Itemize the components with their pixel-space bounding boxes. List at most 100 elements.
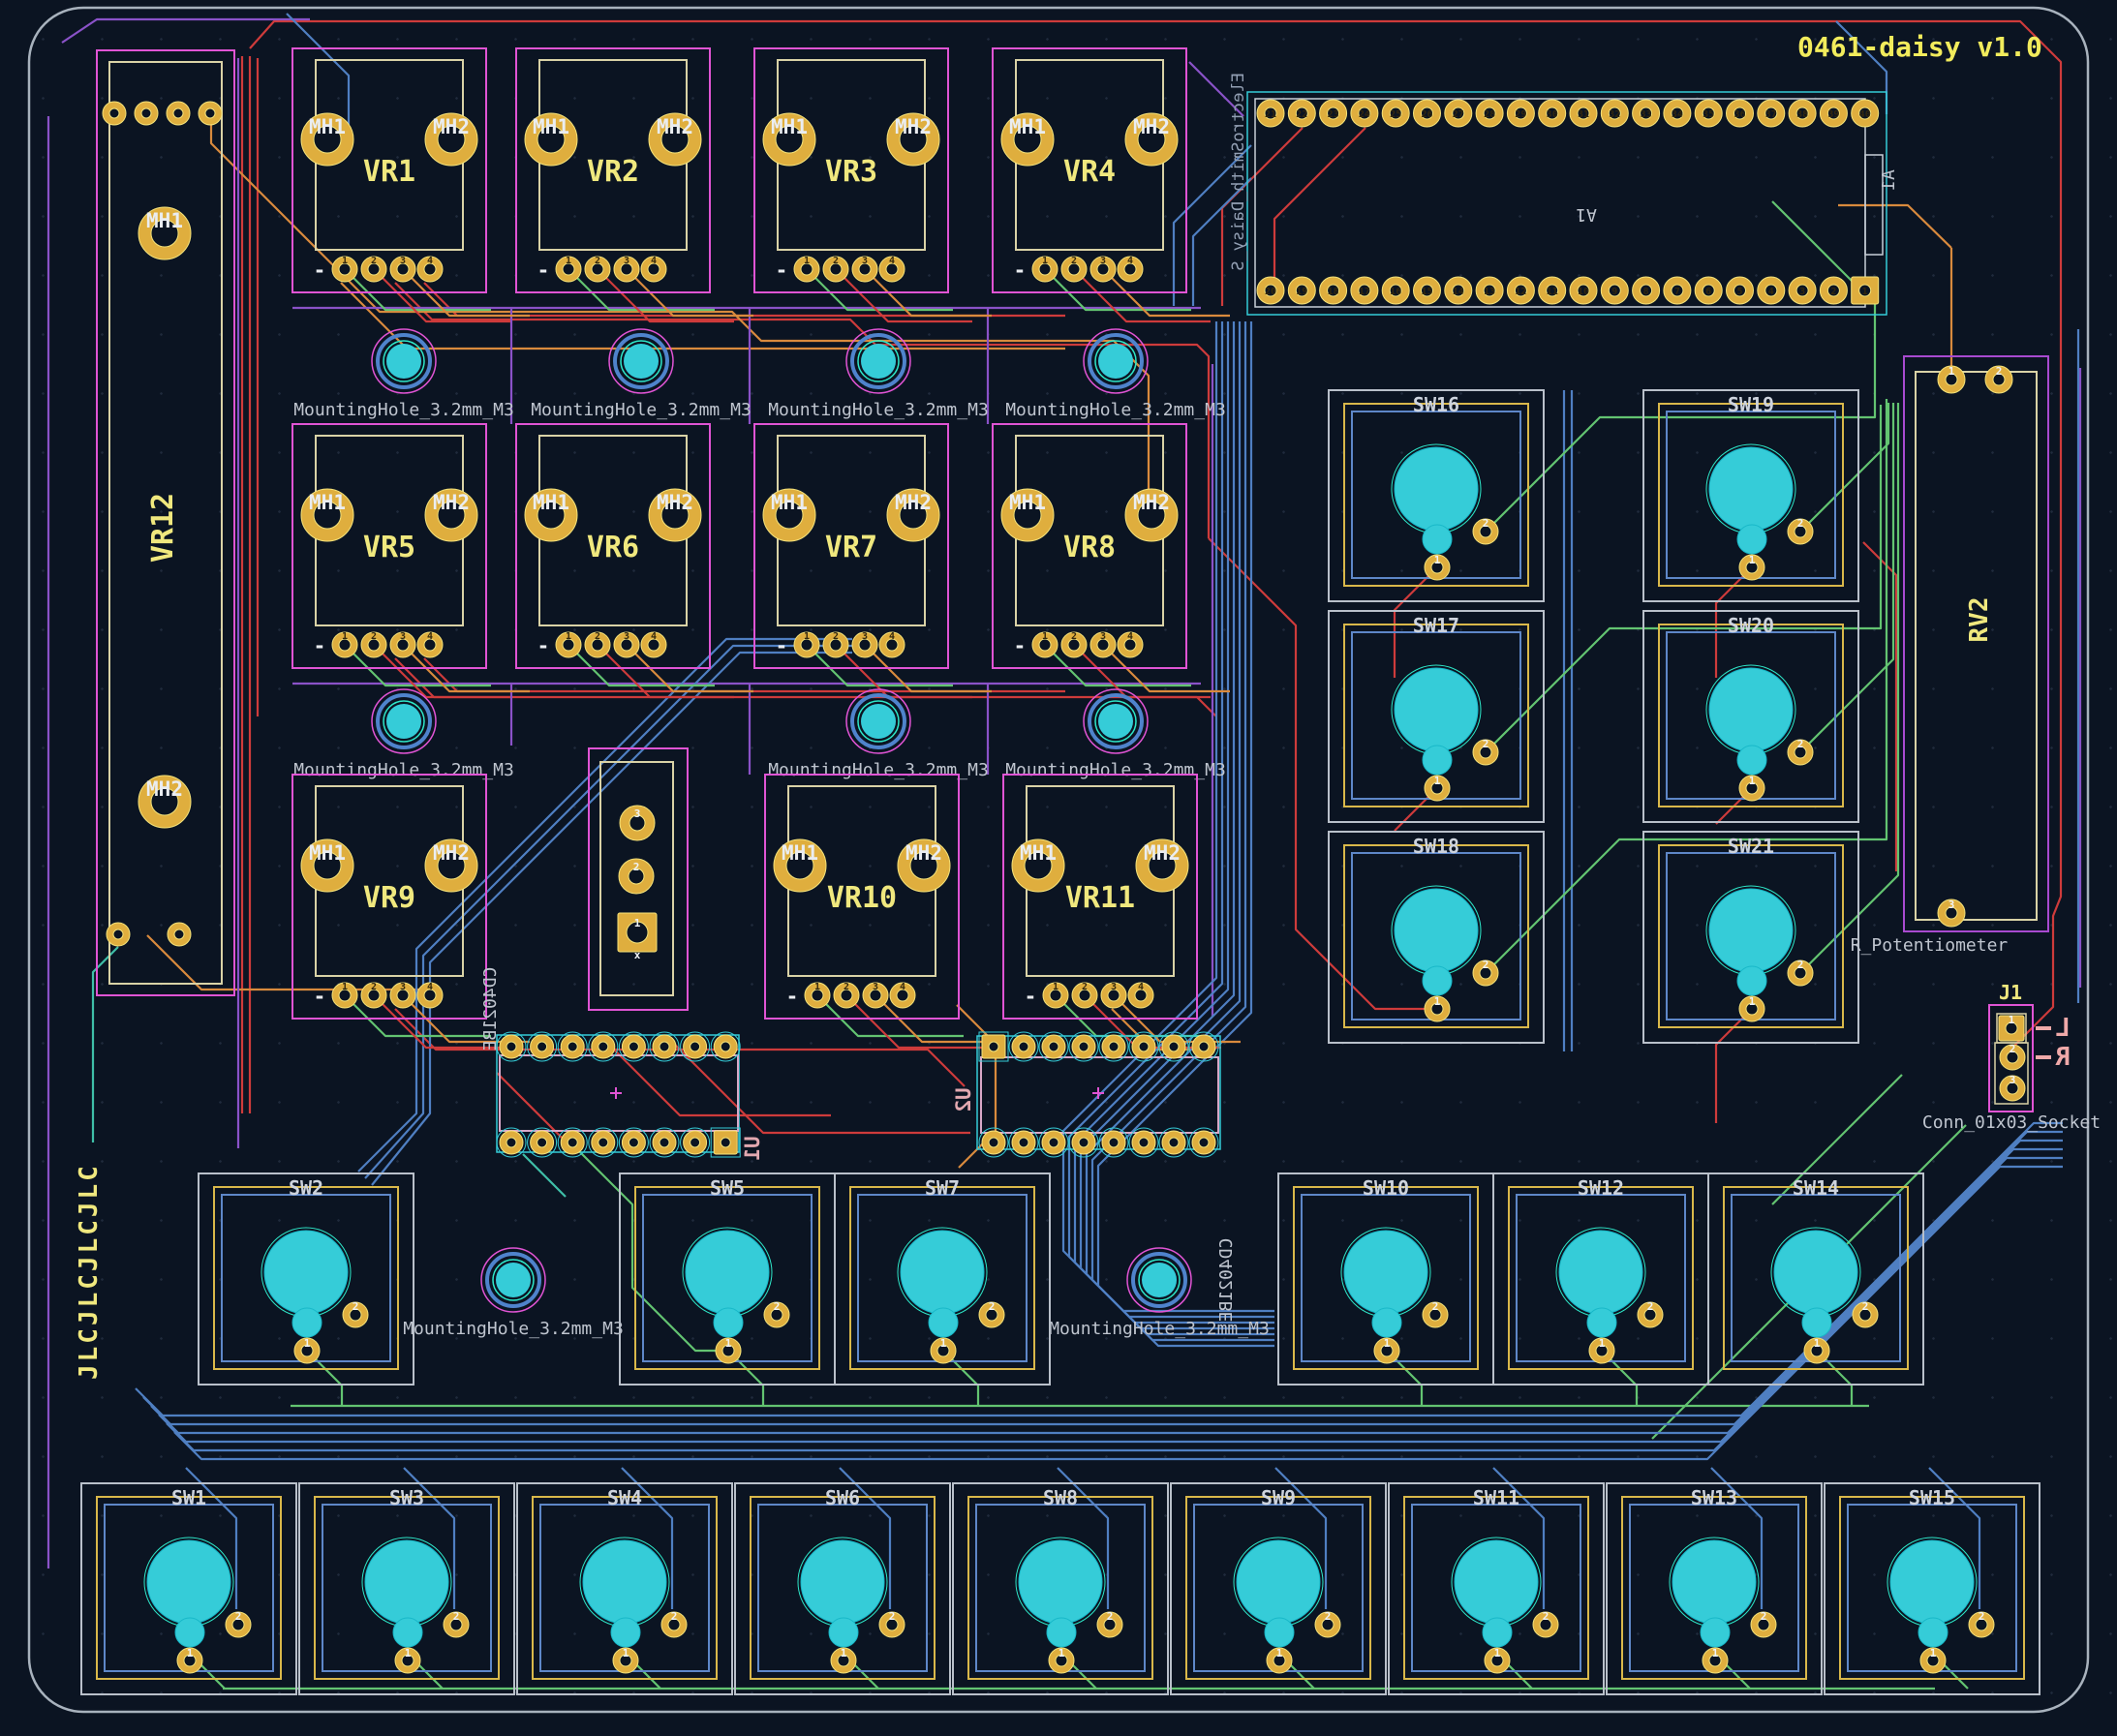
pad-number: 4	[889, 256, 895, 266]
mounting-hole-7[interactable]: MountingHole_3.2mm_M3	[1005, 689, 1226, 780]
copper-trace[interactable]	[1063, 321, 1274, 1311]
mounting-hole-1[interactable]: MountingHole_3.2mm_M3	[293, 329, 514, 420]
switch-sw13[interactable]: 12SW13	[1607, 1483, 1822, 1694]
switch-sw17[interactable]: 12SW17	[1329, 611, 1544, 822]
footprint-vr3[interactable]: MH1MH2VR3-1234	[754, 48, 948, 292]
switch-sw18[interactable]: 12SW18	[1329, 832, 1544, 1043]
footprint-vr6[interactable]: MH1MH2VR6-1234	[516, 424, 710, 668]
switch-sw21[interactable]: 12SW21	[1643, 832, 1858, 1043]
copper-trace[interactable]	[1800, 403, 1888, 532]
u2-ref-mirrored[interactable]: U2	[952, 1087, 975, 1112]
switch-ref-label: SW7	[925, 1176, 960, 1200]
copper-trace[interactable]	[523, 1154, 566, 1197]
switch-ref-label: SW1	[171, 1486, 206, 1509]
switch-sw3[interactable]: 12SW3	[299, 1483, 514, 1694]
pin-number: 37	[1765, 109, 1777, 120]
copper-trace[interactable]	[1486, 399, 1887, 973]
net-label-left[interactable]: L	[2055, 1014, 2071, 1043]
fab-brand-text[interactable]: JLCJLCJLCJLC	[75, 1163, 104, 1380]
footprint-vr1[interactable]: MH1MH2VR1-1234	[292, 48, 486, 292]
footprint-a1-daisy-header[interactable]: 2120221923182417251626152714281329123011…	[1247, 92, 1887, 315]
j1-ref-text[interactable]: J1	[1999, 981, 2022, 1004]
header-ref-side-mirrored[interactable]: A1	[1879, 169, 1899, 191]
copper-trace[interactable]	[1716, 1009, 1752, 1123]
footprint-vr9[interactable]: MH1MH2VR9-1234	[292, 775, 486, 1019]
footprint-vr2[interactable]: MH1MH2VR2-1234	[516, 48, 710, 292]
copper-trace[interactable]	[1092, 321, 1274, 1340]
switch-sw1[interactable]: 12SW1	[81, 1483, 296, 1694]
footprint-vr12[interactable]: MH1MH2VR12	[97, 50, 234, 995]
mounting-hole-6[interactable]: MountingHole_3.2mm_M3	[768, 689, 989, 780]
switch-sw2[interactable]: 12SW2	[199, 1173, 414, 1385]
copper-trace[interactable]	[1274, 128, 1365, 287]
pin-number: 27	[1453, 109, 1464, 120]
switch-plunger-hole	[1672, 1540, 1756, 1624]
mounting-hole-8[interactable]: MountingHole_3.2mm_M3	[403, 1248, 624, 1339]
switch-plunger-hole	[1019, 1540, 1102, 1624]
footprint-vr5[interactable]: MH1MH2VR5-1234	[292, 424, 486, 668]
switch-sw14[interactable]: 12SW14	[1708, 1173, 1923, 1385]
mh1-label: MH1	[771, 491, 808, 514]
pad-number: 1	[841, 1647, 847, 1660]
copper-trace[interactable]	[159, 1149, 2063, 1442]
minus-mark: -	[537, 634, 550, 657]
switch-sw9[interactable]: 12SW9	[1171, 1483, 1386, 1694]
mounting-hole-3[interactable]: MountingHole_3.2mm_M3	[768, 329, 989, 420]
pin-number: 38	[1796, 109, 1808, 120]
copper-trace[interactable]	[1069, 321, 1274, 1317]
header-ref-mirrored[interactable]: A1	[1576, 204, 1597, 225]
switch-sw20[interactable]: 12SW20	[1643, 611, 1858, 822]
copper-trace[interactable]	[147, 935, 422, 990]
footprint-rv2[interactable]: 123	[1904, 356, 2048, 931]
footprint-vr4[interactable]: MH1MH2VR4-1234	[993, 48, 1186, 292]
switch-sw5[interactable]: 12SW5	[620, 1173, 835, 1385]
switch-ref-label: SW11	[1473, 1486, 1519, 1509]
footprint-vr11[interactable]: MH1MH2VR11-1234	[1003, 775, 1197, 1019]
footprint-vr8[interactable]: MH1MH2VR8-1234	[993, 424, 1186, 668]
switch-sw6[interactable]: 12SW6	[735, 1483, 950, 1694]
j1-value-text[interactable]: Conn_01x03_Socket	[1922, 1112, 2101, 1133]
pad-number: 1	[1948, 365, 1955, 378]
switch-sw4[interactable]: 12SW4	[517, 1483, 732, 1694]
board-title-text[interactable]: 0461-daisy v1.0	[1797, 31, 2042, 63]
pad-number: 4	[900, 982, 905, 992]
switch-plunger-hole	[1774, 1231, 1857, 1314]
switch-sw8[interactable]: 12SW8	[953, 1483, 1168, 1694]
copper-trace[interactable]	[1838, 205, 1951, 248]
switch-sw16[interactable]: 12SW16	[1329, 390, 1544, 601]
mounting-hole-2[interactable]: MountingHole_3.2mm_M3	[531, 329, 752, 420]
footprint-vr7[interactable]: MH1MH2VR7-1234	[754, 424, 948, 668]
footprint-j1[interactable]: 123	[1989, 1005, 2033, 1112]
pin-number: 25	[1390, 109, 1401, 120]
switch-sw15[interactable]: 12SW15	[1825, 1483, 2040, 1694]
u1-value-mirrored[interactable]: CD4021BE	[480, 967, 501, 1051]
copper-trace[interactable]	[1800, 403, 1898, 973]
copper-trace[interactable]	[1772, 201, 1875, 411]
pad-number: 1	[1276, 1647, 1283, 1660]
pad-number: 1	[1384, 1337, 1391, 1350]
switch-sw11[interactable]: 12SW11	[1389, 1483, 1604, 1694]
mounting-hole-label: MountingHole_3.2mm_M3	[768, 760, 989, 780]
pad-number: 2	[595, 256, 600, 266]
footprint-u1[interactable]	[497, 1032, 740, 1157]
rv2-ref-text[interactable]: RV2	[1965, 597, 1994, 643]
copper-trace[interactable]	[358, 639, 852, 1172]
footprint-vr10[interactable]: MH1MH2VR10-1234	[765, 775, 959, 1019]
switch-sw7[interactable]: 12SW7	[835, 1173, 1050, 1385]
u1-ref-mirrored[interactable]: U1	[741, 1136, 764, 1160]
net-label-right[interactable]: R	[2055, 1043, 2071, 1072]
copper-trace[interactable]	[424, 658, 1065, 691]
copper-trace[interactable]	[211, 116, 1149, 538]
rv2-value-text[interactable]: R_Potentiometer	[1851, 935, 2009, 956]
u2-value-mirrored[interactable]: CD4021BE	[1216, 1238, 1237, 1323]
switch-ref-label: SW12	[1578, 1176, 1624, 1200]
switch-sw10[interactable]: 12SW10	[1278, 1173, 1493, 1385]
pad-number: 4	[1127, 256, 1133, 266]
mounting-hole-5[interactable]: MountingHole_3.2mm_M3	[293, 689, 514, 780]
switch-sw19[interactable]: 12SW19	[1643, 390, 1858, 601]
copper-trace[interactable]	[365, 646, 852, 1178]
switch-ref-label: SW15	[1909, 1486, 1955, 1509]
copper-trace[interactable]	[372, 653, 852, 1185]
daisy-module-side-text[interactable]: ElectroSmith_Daisy_S	[1229, 73, 1248, 271]
switch-sw12[interactable]: 12SW12	[1493, 1173, 1708, 1385]
